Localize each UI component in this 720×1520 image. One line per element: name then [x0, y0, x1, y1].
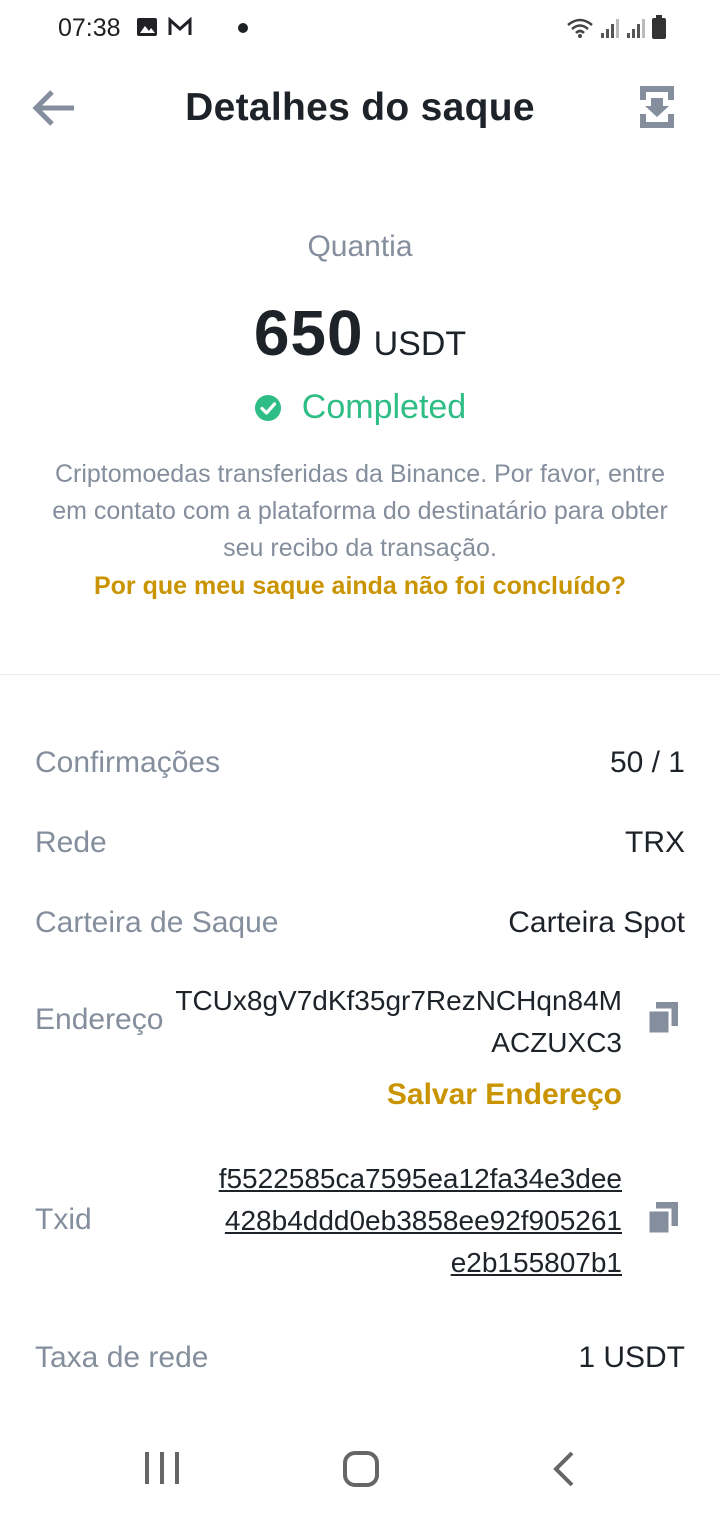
- address-label: Endereço: [35, 1003, 164, 1036]
- fee-label: Taxa de rede: [35, 1341, 209, 1374]
- home-icon: [343, 1451, 379, 1487]
- notification-dot-icon: [238, 23, 248, 33]
- fee-value: 1 USDT: [578, 1341, 685, 1374]
- copy-icon: [646, 1202, 678, 1236]
- amount-unit: USDT: [373, 325, 467, 363]
- network-label: Rede: [35, 826, 107, 859]
- status-time: 07:38: [58, 14, 121, 42]
- txid-line: f5522585ca7595ea12fa34e3dee: [218, 1163, 622, 1194]
- wallet-label: Carteira de Saque: [35, 906, 279, 939]
- status-text: Completed: [301, 388, 467, 426]
- copy-address-button[interactable]: [646, 1000, 680, 1036]
- recent-apps-button[interactable]: [142, 1450, 182, 1491]
- notification-icons: [136, 17, 192, 37]
- gallery-icon: [137, 18, 157, 36]
- home-button[interactable]: [342, 1450, 380, 1493]
- wallet-value: Carteira Spot: [508, 906, 685, 939]
- nav-back-button[interactable]: [550, 1450, 578, 1493]
- status-bar: 07:38: [0, 0, 720, 58]
- amount-row: 650 USDT: [0, 296, 720, 370]
- status-row: Completed: [0, 388, 720, 427]
- download-button[interactable]: [638, 84, 676, 130]
- txid-value[interactable]: f5522585ca7595ea12fa34e3dee 428b4ddd0eb3…: [162, 1158, 622, 1284]
- check-circle-icon: [254, 394, 281, 421]
- system-nav-bar: [0, 1420, 720, 1520]
- confirmations-value: 50 / 1: [609, 746, 685, 779]
- system-status-icons: [566, 15, 666, 39]
- mail-icon: [168, 17, 192, 35]
- signal-icon-2: [627, 19, 645, 38]
- wifi-icon: [567, 18, 593, 38]
- copy-txid-button[interactable]: [646, 1200, 680, 1236]
- recent-apps-icon: [145, 1452, 179, 1484]
- app-header: Detalhes do saque: [0, 70, 720, 150]
- amount-value: 650: [253, 297, 364, 369]
- txid-line: 428b4ddd0eb3858ee92f905261: [224, 1205, 622, 1236]
- copy-icon: [646, 1002, 678, 1036]
- address-value: TCUx8gV7dKf35gr7RezNCHqn84MACZUXC3: [175, 985, 622, 1058]
- signal-icon: [601, 19, 619, 38]
- txid-label: Txid: [35, 1203, 92, 1236]
- nav-back-icon: [553, 1451, 574, 1487]
- amount-label: Quantia: [307, 230, 413, 263]
- network-value: TRX: [625, 826, 685, 859]
- battery-icon: [652, 15, 666, 39]
- save-address-link[interactable]: Salvar Endereço: [387, 1078, 622, 1112]
- divider: [0, 674, 720, 675]
- help-link[interactable]: Por que meu saque ainda não foi concluíd…: [0, 572, 720, 601]
- download-icon: [640, 86, 674, 128]
- txid-line: e2b155807b1: [450, 1247, 622, 1278]
- description-text: Criptomoedas transferidas da Binance. Po…: [52, 460, 668, 562]
- page-title: Detalhes do saque: [185, 86, 535, 129]
- confirmations-label: Confirmações: [35, 746, 221, 779]
